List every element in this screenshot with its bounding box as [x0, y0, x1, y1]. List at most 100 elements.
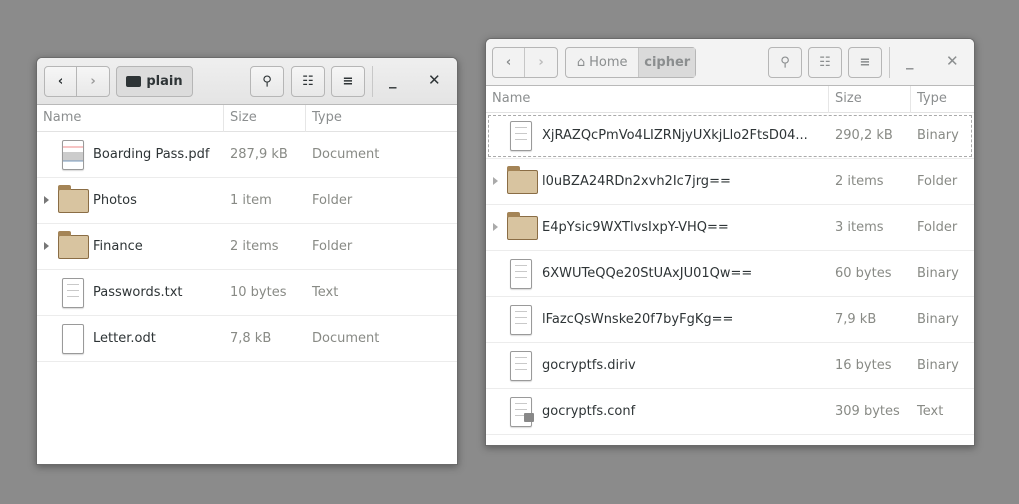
- file-type: Document: [312, 331, 380, 346]
- file-type: Binary: [917, 128, 959, 143]
- file-row[interactable]: 6XWUTeQQe20StUAxJU01Qw== 60 bytes Binary: [486, 251, 974, 297]
- file-type: Folder: [312, 193, 353, 208]
- pdf-icon: [62, 140, 84, 170]
- file-type: Text: [917, 404, 944, 419]
- file-type: Binary: [917, 266, 959, 281]
- expander-icon[interactable]: [44, 196, 49, 204]
- separator: [372, 66, 373, 97]
- path-label: cipher: [644, 55, 691, 70]
- file-row[interactable]: gocryptfs.conf 309 bytes Text: [486, 389, 974, 435]
- cipher-window: ‹ › ⌂ Home cipher ⚲ ☷ ≡ _ ✕ Name Size Typ…: [485, 38, 975, 446]
- lock-icon: [524, 413, 534, 422]
- column-type[interactable]: Type: [917, 91, 947, 106]
- file-type: Text: [312, 285, 339, 300]
- menu-button[interactable]: ≡: [331, 66, 365, 97]
- folder-row[interactable]: Finance 2 items Folder: [37, 224, 457, 270]
- list-icon: ☷: [302, 74, 314, 89]
- hamburger-icon: ≡: [859, 55, 871, 70]
- file-size: 16 bytes: [835, 358, 892, 373]
- search-button[interactable]: ⚲: [768, 47, 802, 78]
- file-name: 6XWUTeQQe20StUAxJU01Qw==: [542, 266, 753, 281]
- file-type: Folder: [917, 220, 958, 235]
- folder-row[interactable]: l0uBZA24RDn2xvh2Ic7jrg== 2 items Folder: [486, 159, 974, 205]
- back-button[interactable]: ‹: [45, 67, 78, 96]
- folder-row[interactable]: Photos 1 item Folder: [37, 178, 457, 224]
- nav-buttons: ‹ ›: [492, 47, 558, 78]
- close-button[interactable]: ✕: [946, 52, 959, 70]
- header-bar: ‹ › plain ⚲ ☷ ≡ _ ✕: [37, 58, 457, 105]
- text-file-icon: [510, 121, 532, 151]
- column-size[interactable]: Size: [835, 91, 862, 106]
- folder-icon: [58, 231, 89, 259]
- column-headers: Name Size Type: [486, 86, 974, 113]
- file-name: E4pYsic9WXTlvsIxpY-VHQ==: [542, 220, 729, 235]
- file-size: 287,9 kB: [230, 147, 288, 162]
- hamburger-icon: ≡: [342, 74, 354, 89]
- file-size: 309 bytes: [835, 404, 900, 419]
- file-row[interactable]: Boarding Pass.pdf 287,9 kB Document: [37, 132, 457, 178]
- minimize-button[interactable]: _: [906, 52, 914, 70]
- expander-icon[interactable]: [493, 177, 498, 185]
- file-size: 290,2 kB: [835, 128, 893, 143]
- list-icon: ☷: [819, 55, 831, 70]
- file-size: 2 items: [835, 174, 884, 189]
- file-size: 10 bytes: [230, 285, 287, 300]
- location-button[interactable]: plain: [116, 66, 193, 97]
- location-label: plain: [146, 74, 183, 89]
- file-size: 1 item: [230, 193, 272, 208]
- file-type: Binary: [917, 358, 959, 373]
- file-name: Passwords.txt: [93, 285, 183, 300]
- text-file-icon: [510, 351, 532, 381]
- file-row[interactable]: XjRAZQcPmVo4LIZRNjyUXkjLlo2FtsD04... 290…: [486, 113, 974, 159]
- document-icon: [62, 324, 84, 354]
- file-type: Folder: [312, 239, 353, 254]
- file-row[interactable]: Passwords.txt 10 bytes Text: [37, 270, 457, 316]
- back-button[interactable]: ‹: [493, 48, 526, 77]
- file-name: Boarding Pass.pdf: [93, 147, 210, 162]
- path-label: Home: [589, 55, 628, 70]
- close-button[interactable]: ✕: [428, 71, 441, 89]
- text-file-icon: [62, 278, 84, 308]
- file-row[interactable]: lFazcQsWnske20f7byFgKg== 7,9 kB Binary: [486, 297, 974, 343]
- search-button[interactable]: ⚲: [250, 66, 284, 97]
- folder-icon: [507, 166, 538, 194]
- file-size: 3 items: [835, 220, 884, 235]
- column-name[interactable]: Name: [492, 91, 530, 106]
- expander-icon[interactable]: [493, 223, 498, 231]
- folder-icon: [58, 185, 89, 213]
- file-name: gocryptfs.conf: [542, 404, 636, 419]
- file-size: 7,9 kB: [835, 312, 877, 327]
- menu-button[interactable]: ≡: [848, 47, 882, 78]
- folder-row[interactable]: E4pYsic9WXTlvsIxpY-VHQ== 3 items Folder: [486, 205, 974, 251]
- column-headers: Name Size Type: [37, 105, 457, 132]
- forward-button[interactable]: ›: [525, 48, 557, 77]
- view-list-button[interactable]: ☷: [808, 47, 842, 78]
- nav-buttons: ‹ ›: [44, 66, 110, 97]
- file-type: Binary: [917, 312, 959, 327]
- header-bar: ‹ › ⌂ Home cipher ⚲ ☷ ≡ _ ✕: [486, 39, 974, 86]
- file-size: 7,8 kB: [230, 331, 272, 346]
- file-name: Photos: [93, 193, 137, 208]
- locked-file-icon: [510, 397, 534, 427]
- column-name[interactable]: Name: [43, 110, 81, 125]
- path-home-button[interactable]: ⌂ Home: [566, 48, 640, 77]
- minimize-button[interactable]: _: [389, 71, 397, 89]
- search-icon: ⚲: [780, 55, 790, 70]
- file-type: Document: [312, 147, 380, 162]
- file-row[interactable]: Letter.odt 7,8 kB Document: [37, 316, 457, 362]
- home-icon: ⌂: [576, 55, 586, 70]
- column-size[interactable]: Size: [230, 110, 257, 125]
- file-name: Finance: [93, 239, 143, 254]
- drive-icon: [126, 76, 142, 87]
- plain-window: ‹ › plain ⚲ ☷ ≡ _ ✕ Name Size Type Board…: [36, 57, 458, 465]
- expander-icon[interactable]: [44, 242, 49, 250]
- view-list-button[interactable]: ☷: [291, 66, 325, 97]
- text-file-icon: [510, 259, 532, 289]
- file-size: 60 bytes: [835, 266, 892, 281]
- column-type[interactable]: Type: [312, 110, 342, 125]
- path-cipher-button[interactable]: cipher: [639, 48, 695, 77]
- separator: [889, 47, 890, 78]
- file-row[interactable]: gocryptfs.diriv 16 bytes Binary: [486, 343, 974, 389]
- forward-button[interactable]: ›: [77, 67, 109, 96]
- file-name: lFazcQsWnske20f7byFgKg==: [542, 312, 734, 327]
